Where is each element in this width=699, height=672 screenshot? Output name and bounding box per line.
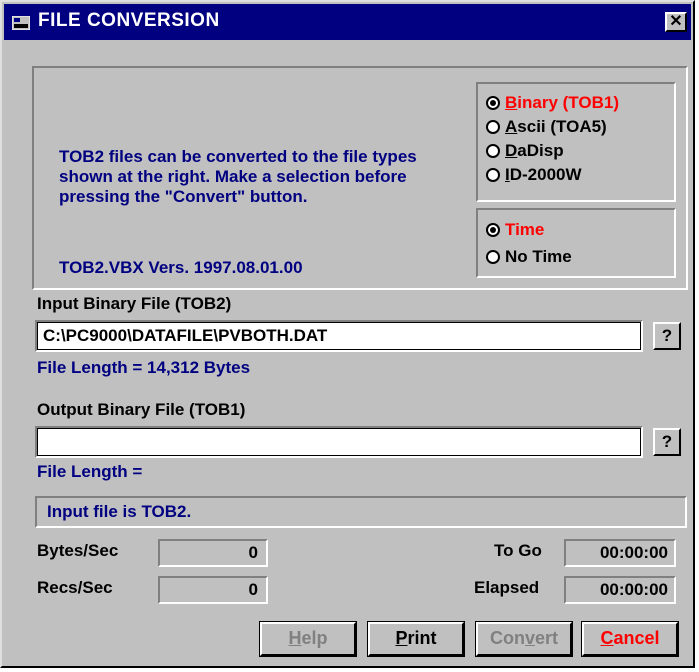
time-option-label: Time: [505, 220, 545, 239]
format-option-hotkey: D: [505, 141, 518, 160]
format-option-2[interactable]: DaDisp: [486, 141, 564, 161]
print-hotkey: P: [395, 628, 408, 648]
print-button[interactable]: Print: [367, 621, 465, 657]
convert-button[interactable]: Convert: [475, 621, 573, 657]
format-option-hotkey: A: [505, 117, 518, 136]
elapsed-label: Elapsed: [474, 578, 540, 597]
time-options-group: [476, 208, 676, 278]
input-file-length: File Length = 14,312 Bytes: [37, 358, 251, 377]
cancel-button[interactable]: Cancel: [581, 621, 679, 657]
radio-icon[interactable]: [486, 144, 500, 158]
format-option-1[interactable]: Ascii (TOA5): [486, 117, 607, 137]
output-file-label: Output Binary File (TOB1): [37, 400, 246, 419]
app-icon: [12, 16, 30, 30]
output-file-length: File Length =: [37, 462, 143, 481]
to-go-label: To Go: [494, 541, 542, 560]
help-hotkey: H: [288, 628, 302, 648]
title-bar[interactable]: FILE CONVERSION ✕: [4, 4, 691, 40]
input-file-field[interactable]: C:\PC9000\DATAFILE\PVBOTH.DAT: [35, 320, 643, 352]
format-option-0[interactable]: Binary (TOB1): [486, 93, 619, 113]
convert-label-prefix: Con: [489, 628, 525, 648]
help-button[interactable]: Help: [259, 621, 357, 657]
time-option-0[interactable]: Time: [486, 220, 544, 240]
format-option-hotkey: B: [505, 93, 518, 112]
to-go-value: 00:00:00: [564, 539, 676, 567]
convert-hotkey: v: [524, 628, 535, 648]
cancel-hotkey: C: [600, 628, 614, 648]
output-browse-button[interactable]: ?: [653, 428, 681, 456]
description-text: TOB2 files can be converted to the file …: [59, 147, 417, 206]
convert-label: ert: [535, 628, 559, 648]
recs-per-sec-label: Recs/Sec: [37, 578, 113, 597]
time-option-1[interactable]: No Time: [486, 247, 572, 267]
time-option-label: No Time: [505, 247, 572, 266]
radio-icon[interactable]: [486, 168, 500, 182]
elapsed-value: 00:00:00: [564, 576, 676, 604]
radio-icon[interactable]: [486, 120, 500, 134]
version-text: TOB2.VBX Vers. 1997.08.01.00: [59, 258, 303, 277]
format-option-label: inary (TOB1): [517, 93, 619, 112]
format-option-3[interactable]: I D-2000W: [486, 165, 582, 185]
bytes-per-sec-label: Bytes/Sec: [37, 541, 119, 560]
radio-icon[interactable]: [486, 250, 500, 264]
close-icon: ✕: [669, 13, 683, 30]
status-message: Input file is TOB2.: [35, 496, 687, 528]
format-option-label: D-2000W: [509, 165, 582, 184]
radio-icon[interactable]: [486, 96, 500, 110]
bytes-per-sec-value: 0: [158, 539, 268, 567]
cancel-label: ancel: [613, 628, 660, 648]
recs-per-sec-value: 0: [158, 576, 268, 604]
output-file-field[interactable]: [35, 426, 643, 458]
format-option-label: aDisp: [517, 141, 564, 160]
close-button[interactable]: ✕: [665, 12, 687, 32]
window-title: FILE CONVERSION: [38, 10, 220, 31]
format-option-label: scii (TOA5): [517, 117, 607, 136]
input-browse-button[interactable]: ?: [653, 322, 681, 350]
file-conversion-window: FILE CONVERSION ✕ TOB2 files can be conv…: [0, 0, 695, 668]
help-label: elp: [301, 628, 328, 648]
radio-icon[interactable]: [486, 223, 500, 237]
input-file-label: Input Binary File (TOB2): [37, 294, 232, 313]
print-label: rint: [407, 628, 437, 648]
